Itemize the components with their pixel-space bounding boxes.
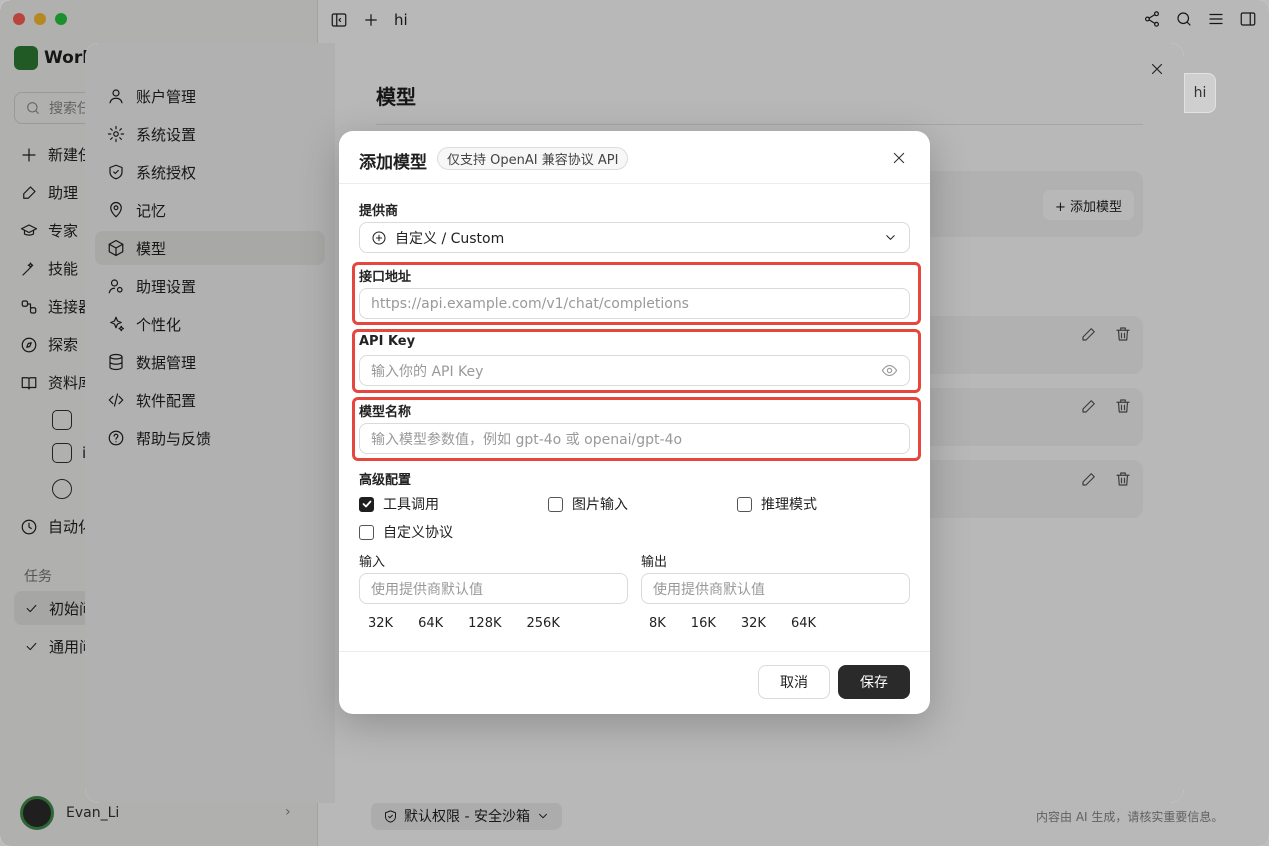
- endpoint-field[interactable]: https://api.example.com/v1/chat/completi…: [359, 288, 910, 319]
- api-key-field[interactable]: 输入你的 API Key: [359, 355, 910, 386]
- checkbox-label: 推理模式: [761, 497, 817, 513]
- preset-chip[interactable]: 8K: [641, 614, 674, 633]
- custom-protocol-checkbox[interactable]: 自定义协议: [359, 522, 453, 542]
- check-icon: [362, 500, 371, 508]
- output-tokens-field[interactable]: 使用提供商默认值: [641, 573, 910, 604]
- tool-calling-checkbox[interactable]: 工具调用: [359, 494, 439, 514]
- advanced-label: 高级配置: [359, 473, 412, 488]
- checkbox-unchecked: [359, 524, 374, 540]
- save-button[interactable]: 保存: [838, 665, 910, 699]
- input-tokens-placeholder: 使用提供商默认值: [371, 581, 483, 598]
- preset-chip[interactable]: 64K: [410, 614, 451, 633]
- preset-chip[interactable]: 32K: [733, 614, 774, 633]
- preset-chip[interactable]: 64K: [783, 614, 824, 633]
- endpoint-label: 接口地址: [359, 270, 412, 285]
- input-presets: 32K 64K 128K 256K: [360, 614, 577, 633]
- add-model-modal: 添加模型 仅支持 OpenAI 兼容协议 API 提供商 自定义 / Custo…: [339, 131, 930, 714]
- modal-header: 添加模型 仅支持 OpenAI 兼容协议 API: [339, 131, 930, 184]
- peek-tab: hi: [1184, 73, 1216, 113]
- provider-value: 自定义 / Custom: [395, 230, 505, 247]
- output-tokens-label: 输出: [641, 555, 668, 570]
- eye-icon[interactable]: [881, 362, 898, 379]
- endpoint-placeholder: https://api.example.com/v1/chat/completi…: [371, 295, 689, 312]
- checkbox-checked: [359, 496, 374, 512]
- input-tokens-field[interactable]: 使用提供商默认值: [359, 573, 628, 604]
- api-key-placeholder: 输入你的 API Key: [371, 363, 484, 380]
- image-input-checkbox[interactable]: 图片输入: [548, 494, 628, 514]
- plus-circle-icon: [372, 230, 386, 245]
- cancel-button[interactable]: 取消: [758, 665, 830, 699]
- divider: [339, 651, 930, 652]
- checkbox-unchecked: [548, 496, 563, 512]
- preset-chip[interactable]: 32K: [360, 614, 401, 633]
- compatibility-badge: 仅支持 OpenAI 兼容协议 API: [437, 147, 629, 170]
- api-key-label: API Key: [359, 334, 416, 349]
- preset-chip[interactable]: 256K: [519, 614, 568, 633]
- provider-label: 提供商: [359, 204, 399, 219]
- model-name-placeholder: 输入模型参数值，例如 gpt-4o 或 openai/gpt-4o: [371, 431, 683, 448]
- checkbox-unchecked: [737, 496, 752, 512]
- preset-chip[interactable]: 128K: [460, 614, 509, 633]
- reasoning-mode-checkbox[interactable]: 推理模式: [737, 494, 817, 514]
- preset-chip[interactable]: 16K: [683, 614, 724, 633]
- provider-select[interactable]: 自定义 / Custom: [359, 222, 910, 253]
- chevron-down-icon: [886, 235, 895, 240]
- model-name-field[interactable]: 输入模型参数值，例如 gpt-4o 或 openai/gpt-4o: [359, 423, 910, 454]
- checkbox-label: 自定义协议: [383, 525, 453, 541]
- checkbox-label: 图片输入: [572, 497, 628, 513]
- input-tokens-label: 输入: [359, 555, 386, 570]
- output-presets: 8K 16K 32K 64K: [641, 614, 833, 633]
- modal-title: 添加模型: [359, 153, 427, 173]
- output-tokens-placeholder: 使用提供商默认值: [653, 581, 765, 598]
- checkbox-label: 工具调用: [383, 497, 439, 513]
- model-name-label: 模型名称: [359, 405, 412, 420]
- close-icon[interactable]: [891, 150, 907, 166]
